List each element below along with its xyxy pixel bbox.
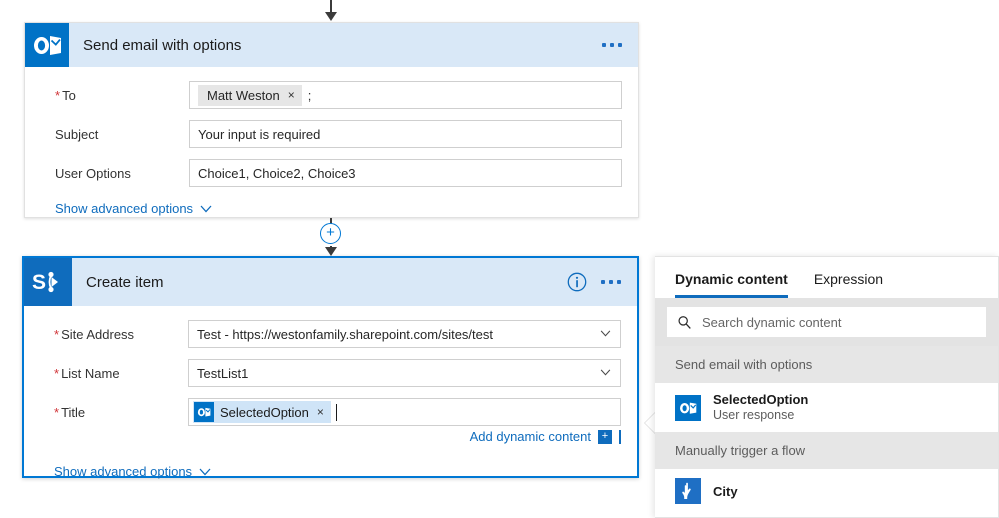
arrow-down-icon [325, 247, 337, 256]
card-header-actions [567, 272, 637, 292]
card-title: Send email with options [83, 36, 242, 54]
card-title: Create item [86, 273, 164, 291]
field-label-title: * Title [54, 404, 86, 420]
insert-new-step-button[interactable]: + [320, 223, 341, 244]
show-advanced-options-send-email[interactable]: Show advanced options [41, 201, 622, 216]
add-dynamic-content-plus-icon[interactable]: + [598, 429, 612, 444]
action-card-send-email[interactable]: Send email with options * To Matt Weston … [24, 22, 639, 218]
field-label-site-address: * Site Address [54, 326, 135, 342]
outlook-icon [675, 394, 701, 421]
dynamic-content-item-selectedoption[interactable]: SelectedOption User response [655, 383, 998, 432]
add-dynamic-content-link[interactable]: Add dynamic content [470, 429, 591, 444]
tab-expression[interactable]: Expression [814, 271, 883, 298]
show-advanced-options-label: Show advanced options [55, 201, 194, 216]
field-label-to: * To [55, 87, 76, 103]
chevron-down-icon [600, 369, 611, 376]
card-body: * To Matt Weston × ; Subject Your input i… [25, 67, 638, 228]
tab-dynamic-content[interactable]: Dynamic content [675, 271, 788, 298]
item-name: City [713, 483, 738, 499]
info-icon[interactable] [567, 272, 587, 292]
panel-tabs: Dynamic content Expression [655, 257, 998, 298]
user-options-field[interactable]: Choice1, Choice2, Choice3 [189, 159, 622, 187]
outlook-icon [194, 402, 214, 422]
site-address-value: Test - https://westonfamily.sharepoint.c… [197, 326, 493, 342]
search-placeholder: Search dynamic content [702, 314, 842, 330]
required-indicator: * [54, 404, 60, 420]
chevron-down-icon [600, 330, 611, 337]
field-label-subject: Subject [55, 126, 99, 142]
chevron-down-icon [199, 468, 211, 475]
field-row-list-name: * List Name TestList1 [40, 359, 621, 387]
search-dynamic-content-input[interactable]: Search dynamic content [667, 307, 986, 337]
to-separator: ; [307, 87, 312, 103]
field-row-site-address: * Site Address Test - https://westonfamil… [40, 320, 621, 348]
search-container: Search dynamic content [655, 298, 998, 346]
required-indicator: * [55, 87, 61, 103]
item-subtitle: User response [713, 408, 795, 422]
dynamic-content-token-label: SelectedOption [220, 404, 309, 420]
card-header: Send email with options [25, 23, 638, 67]
required-indicator: * [54, 326, 60, 342]
to-field[interactable]: Matt Weston × ; [189, 81, 622, 109]
card-header-actions [602, 43, 638, 47]
remove-token-icon[interactable]: × [288, 88, 295, 102]
action-card-create-item[interactable]: S Create item * Site Address Test - http… [22, 256, 639, 479]
dynamic-content-token[interactable]: SelectedOption × [193, 401, 331, 423]
field-row-title: * Title SelectedOption × [40, 398, 621, 426]
required-indicator: * [54, 365, 60, 381]
add-dynamic-content-bar [619, 429, 621, 444]
connector-top [311, 0, 351, 22]
svg-text:S: S [32, 271, 46, 294]
list-name-value: TestList1 [197, 365, 249, 381]
chevron-down-icon [200, 205, 212, 212]
item-text: SelectedOption User response [713, 392, 808, 423]
show-advanced-options-label: Show advanced options [54, 464, 193, 479]
sharepoint-icon: S [24, 258, 72, 306]
subject-field[interactable]: Your input is required [189, 120, 622, 148]
dynamic-content-panel: Dynamic content Expression Search dynami… [655, 256, 999, 518]
field-row-subject: Subject Your input is required [41, 120, 622, 148]
card-menu-ellipsis-icon[interactable] [601, 280, 621, 284]
add-dynamic-content-row: Add dynamic content + [40, 429, 621, 444]
recipient-token-label: Matt Weston [207, 87, 280, 103]
card-body: * Site Address Test - https://westonfamil… [24, 306, 637, 491]
list-name-dropdown[interactable]: TestList1 [188, 359, 621, 387]
title-field[interactable]: SelectedOption × [188, 398, 621, 426]
search-icon [678, 315, 691, 329]
field-label-user-options: User Options [55, 165, 131, 181]
remove-token-icon[interactable]: × [317, 405, 324, 419]
field-row-user-options: User Options Choice1, Choice2, Choice3 [41, 159, 622, 187]
field-label-list-name: * List Name [54, 365, 120, 381]
recipient-token[interactable]: Matt Weston × [198, 84, 302, 106]
manual-trigger-icon [675, 478, 701, 504]
card-menu-ellipsis-icon[interactable] [602, 43, 622, 47]
user-options-value: Choice1, Choice2, Choice3 [198, 165, 356, 181]
arrow-down-icon [325, 12, 337, 21]
item-name: SelectedOption [713, 392, 809, 407]
subject-value: Your input is required [198, 126, 321, 142]
dynamic-content-item-city[interactable]: City [655, 469, 998, 513]
item-text: City [713, 484, 738, 499]
show-advanced-options-create-item[interactable]: Show advanced options [40, 464, 621, 479]
group-header-manual-trigger: Manually trigger a flow [655, 432, 998, 469]
outlook-icon [25, 23, 69, 67]
card-header: S Create item [24, 258, 637, 306]
field-row-to: * To Matt Weston × ; [41, 81, 622, 109]
site-address-dropdown[interactable]: Test - https://westonfamily.sharepoint.c… [188, 320, 621, 348]
group-header-send-email: Send email with options [655, 346, 998, 383]
text-cursor [335, 403, 337, 421]
flow-designer-canvas: Send email with options * To Matt Weston … [0, 0, 999, 518]
